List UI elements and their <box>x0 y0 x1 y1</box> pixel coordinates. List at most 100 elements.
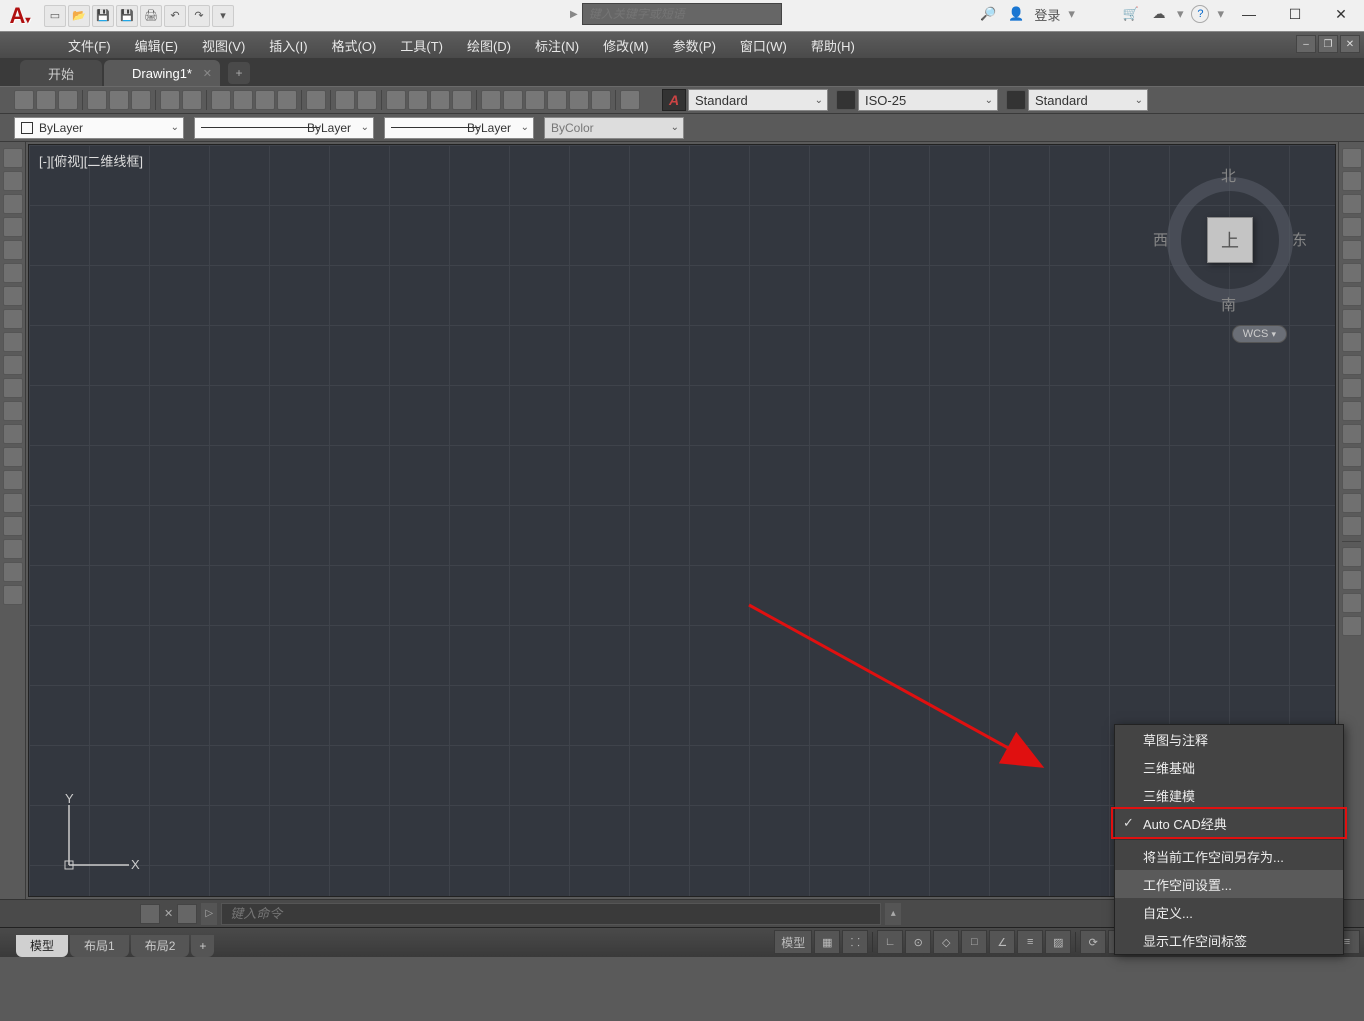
dimstyle-dropdown[interactable]: ISO-25⌄ <box>858 89 998 111</box>
insert-icon[interactable] <box>3 401 23 421</box>
mtext-icon[interactable] <box>3 562 23 582</box>
saveas-icon[interactable]: 💾 <box>116 5 138 27</box>
model-tab[interactable]: 模型 <box>16 935 68 957</box>
ellipse-icon[interactable] <box>3 355 23 375</box>
search-input[interactable] <box>582 3 782 25</box>
tb-new-icon[interactable] <box>14 90 34 110</box>
join-icon[interactable] <box>1342 424 1362 444</box>
rect-icon[interactable] <box>3 240 23 260</box>
tb-dcenter-icon[interactable] <box>503 90 523 110</box>
nav-orbit-icon[interactable] <box>1342 593 1362 613</box>
tb-markup-icon[interactable] <box>569 90 589 110</box>
tablestyle-icon[interactable] <box>1006 90 1026 110</box>
lwt-toggle[interactable]: ≡ <box>1017 930 1043 954</box>
ortho-toggle[interactable]: ∟ <box>877 930 903 954</box>
menu-tools[interactable]: 工具(T) <box>388 32 455 59</box>
polygon-icon[interactable] <box>3 217 23 237</box>
addselected-icon[interactable] <box>3 585 23 605</box>
iso-toggle[interactable]: ◇ <box>933 930 959 954</box>
open-icon[interactable]: 📂 <box>68 5 90 27</box>
plotstyle-dropdown[interactable]: ByColor⌄ <box>544 117 684 139</box>
infocenter-icon[interactable]: 🔎 <box>978 4 998 24</box>
view-cube[interactable]: 上 北 南 东 西 <box>1155 165 1305 315</box>
tb-zoomprev-icon[interactable] <box>452 90 472 110</box>
xline-icon[interactable] <box>3 171 23 191</box>
tb-open-icon[interactable] <box>36 90 56 110</box>
circle-icon[interactable] <box>3 286 23 306</box>
status-model-button[interactable]: 模型 <box>774 930 812 954</box>
trim-icon[interactable] <box>1342 355 1362 375</box>
menu-file[interactable]: 文件(F) <box>56 32 123 59</box>
mdi-minimize[interactable]: – <box>1296 35 1316 53</box>
move-icon[interactable] <box>1342 263 1362 283</box>
menu-modify[interactable]: 修改(M) <box>591 32 661 59</box>
nav-pan-icon[interactable] <box>1342 547 1362 567</box>
tb-sheetset-icon[interactable] <box>547 90 567 110</box>
tb-print-icon[interactable] <box>87 90 107 110</box>
search-expand-icon[interactable]: ▶ <box>570 9 578 20</box>
hatch-icon[interactable] <box>3 470 23 490</box>
viewcube-east[interactable]: 东 <box>1292 229 1307 250</box>
menu-draw[interactable]: 绘图(D) <box>455 32 523 59</box>
arc-icon[interactable] <box>3 263 23 283</box>
nav-zoom-icon[interactable] <box>1342 570 1362 590</box>
extend-icon[interactable] <box>1342 378 1362 398</box>
tb-cloud-icon[interactable] <box>182 90 202 110</box>
tb-props-icon[interactable] <box>481 90 501 110</box>
tablestyle-dropdown[interactable]: Standard⌄ <box>1028 89 1148 111</box>
point-icon[interactable] <box>3 447 23 467</box>
chamfer-icon[interactable] <box>1342 447 1362 467</box>
rotate-icon[interactable] <box>1342 286 1362 306</box>
polar-toggle[interactable]: ⊙ <box>905 930 931 954</box>
app-icon[interactable]: A▾ <box>0 0 40 32</box>
erase-icon[interactable] <box>1342 148 1362 168</box>
explode-icon[interactable] <box>1342 516 1362 536</box>
blend-icon[interactable] <box>1342 493 1362 513</box>
menu-view[interactable]: 视图(V) <box>190 32 257 59</box>
tb-matchprop-icon[interactable] <box>277 90 297 110</box>
minimize-button[interactable]: — <box>1226 0 1272 28</box>
a360-icon[interactable]: ☁ <box>1149 4 1169 24</box>
fillet-icon[interactable] <box>1342 470 1362 490</box>
transparency-toggle[interactable]: ▨ <box>1045 930 1071 954</box>
tb-zoom-icon[interactable] <box>408 90 428 110</box>
login-button[interactable]: 登录 <box>1034 5 1060 24</box>
stretch-icon[interactable] <box>1342 332 1362 352</box>
array-icon[interactable] <box>1342 240 1362 260</box>
tb-3ddwf-icon[interactable] <box>160 90 180 110</box>
doctab-start[interactable]: 开始 <box>20 60 102 86</box>
gradient-icon[interactable] <box>3 493 23 513</box>
layout2-tab[interactable]: 布局2 <box>131 935 190 957</box>
command-input[interactable] <box>221 903 881 925</box>
tb-blockedit-icon[interactable] <box>306 90 326 110</box>
pline-icon[interactable] <box>3 194 23 214</box>
tb-cut-icon[interactable] <box>211 90 231 110</box>
otrack-toggle[interactable]: ∠ <box>989 930 1015 954</box>
ellipsearc-icon[interactable] <box>3 378 23 398</box>
snap-toggle[interactable]: ⸬ <box>842 930 868 954</box>
tb-undo-icon[interactable] <box>335 90 355 110</box>
region-icon[interactable] <box>3 516 23 536</box>
viewcube-north[interactable]: 北 <box>1221 165 1236 186</box>
tb-calc-icon[interactable] <box>591 90 611 110</box>
cmd-recent-icon[interactable] <box>177 904 197 924</box>
tb-save-icon[interactable] <box>58 90 78 110</box>
tb-paste-icon[interactable] <box>255 90 275 110</box>
table-icon[interactable] <box>3 539 23 559</box>
layout1-tab[interactable]: 布局1 <box>70 935 129 957</box>
tb-zoomwin-icon[interactable] <box>430 90 450 110</box>
ws-showlabel[interactable]: 显示工作空间标签 <box>1115 926 1343 954</box>
qat-more-icon[interactable]: ▾ <box>212 5 234 27</box>
menu-help[interactable]: 帮助(H) <box>799 32 867 59</box>
tb-pan-icon[interactable] <box>386 90 406 110</box>
menu-parametric[interactable]: 参数(P) <box>661 32 728 59</box>
offset-icon[interactable] <box>1342 217 1362 237</box>
nav-wheel-icon[interactable] <box>1342 616 1362 636</box>
plot-icon[interactable]: 🖨 <box>140 5 162 27</box>
menu-window[interactable]: 窗口(W) <box>728 32 799 59</box>
new-icon[interactable]: ▭ <box>44 5 66 27</box>
ws-customize[interactable]: 自定义... <box>1115 898 1343 926</box>
tb-toolpal-icon[interactable] <box>525 90 545 110</box>
spline-icon[interactable] <box>3 332 23 352</box>
undo-icon[interactable]: ↶ <box>164 5 186 27</box>
